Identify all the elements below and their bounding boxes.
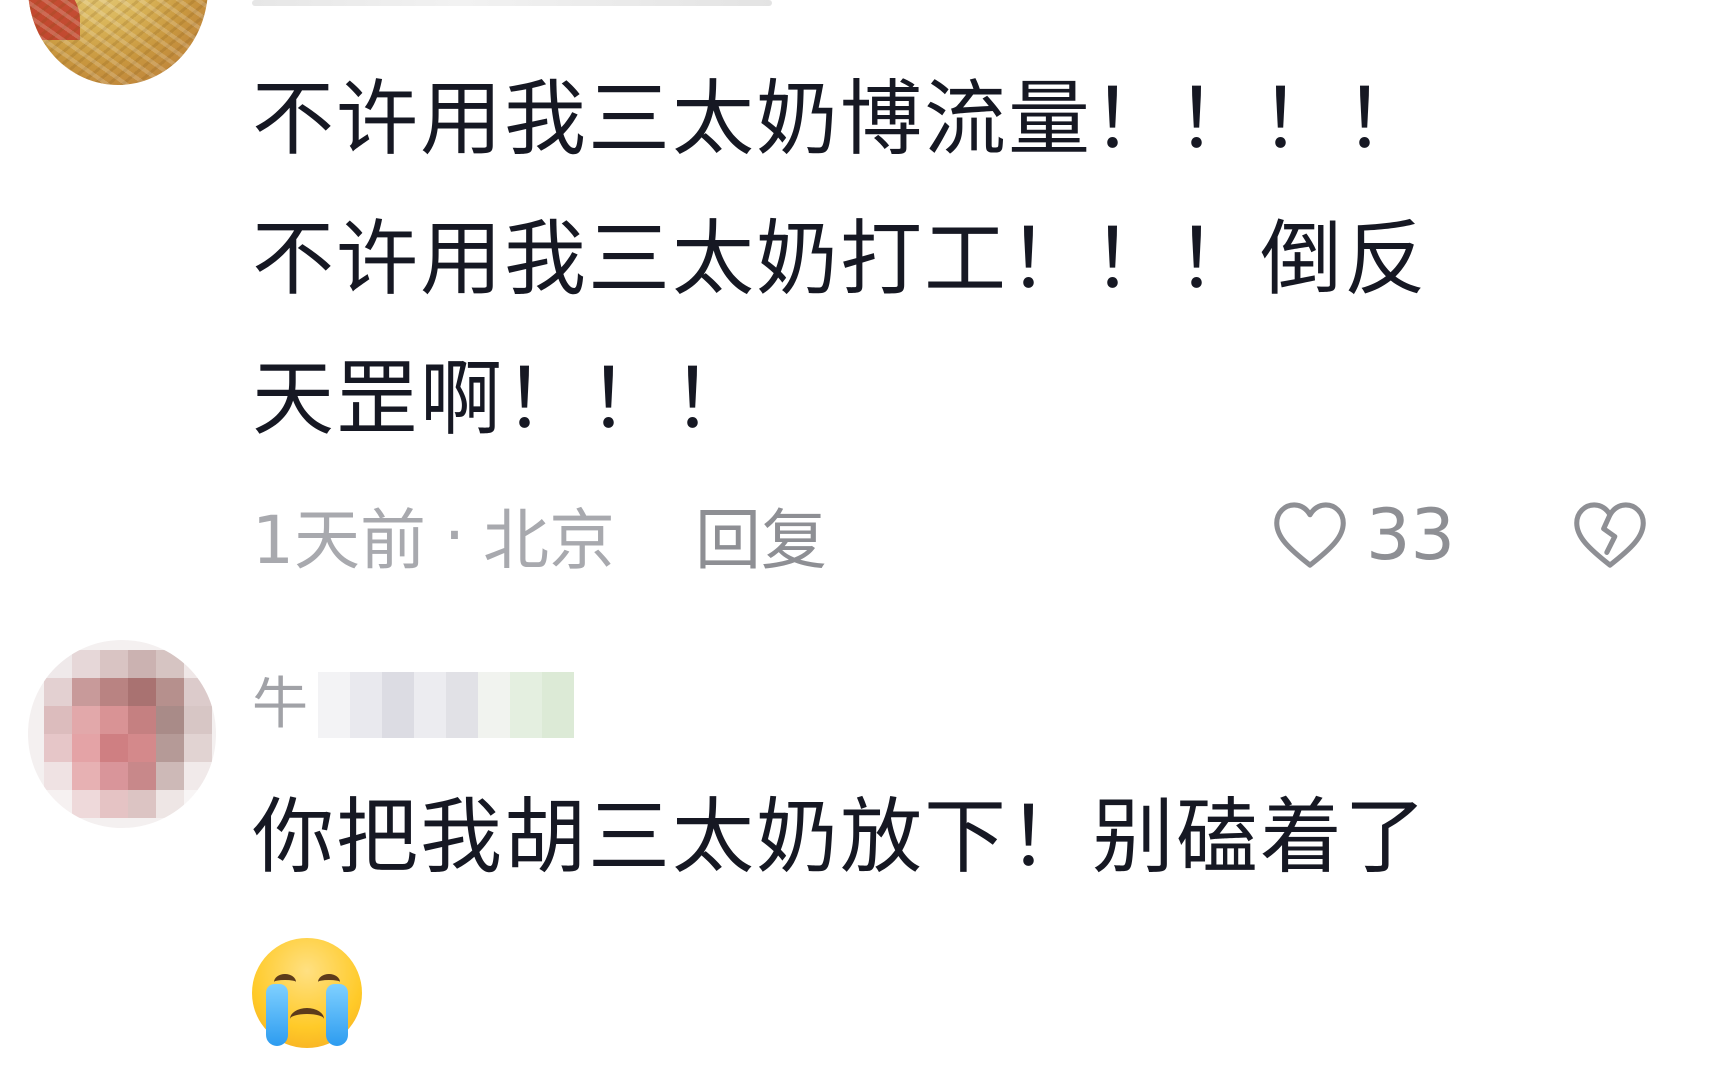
like-count: 33	[1366, 494, 1456, 576]
comment-item: 不许用我三太奶博流量！！！！ 不许用我三太奶打工！！！倒反 天罡啊！！！ 1天前…	[0, 0, 1728, 620]
username[interactable]: 牛	[252, 672, 574, 738]
meta-separator: ·	[444, 496, 465, 574]
username-blurred	[252, 0, 772, 6]
like-button[interactable]: 33	[1272, 490, 1455, 580]
comment-location: 北京	[482, 502, 615, 579]
avatar-mosaic	[44, 650, 212, 818]
broken-heart-icon[interactable]	[1572, 500, 1648, 570]
username-visible-char: 牛	[252, 672, 308, 737]
comment-text: 你把我胡三太奶放下！别磕着了	[252, 768, 1682, 1048]
avatar[interactable]	[28, 640, 216, 828]
comment-line: 你把我胡三太奶放下！别磕着了	[252, 790, 1429, 885]
comment-time: 1天前	[252, 502, 426, 579]
comment-line: 天罡啊！！！	[252, 352, 757, 447]
reply-button[interactable]: 回复	[695, 487, 827, 583]
avatar[interactable]	[28, 0, 208, 85]
crying-face-emoji	[252, 937, 362, 1048]
comment-text: 不许用我三太奶博流量！！！！ 不许用我三太奶打工！！！倒反 天罡啊！！！	[252, 50, 1682, 470]
comment-item: 牛 你把我胡三太奶放下！别磕着了	[0, 620, 1728, 1080]
comment-line: 不许用我三太奶博流量！！！！	[252, 72, 1429, 167]
username-mosaic	[318, 672, 574, 738]
heart-outline-icon	[1274, 502, 1346, 568]
comment-meta: 1天前 · 北京 回复 33	[252, 490, 1682, 580]
comment-line: 不许用我三太奶打工！！！倒反	[252, 212, 1429, 307]
